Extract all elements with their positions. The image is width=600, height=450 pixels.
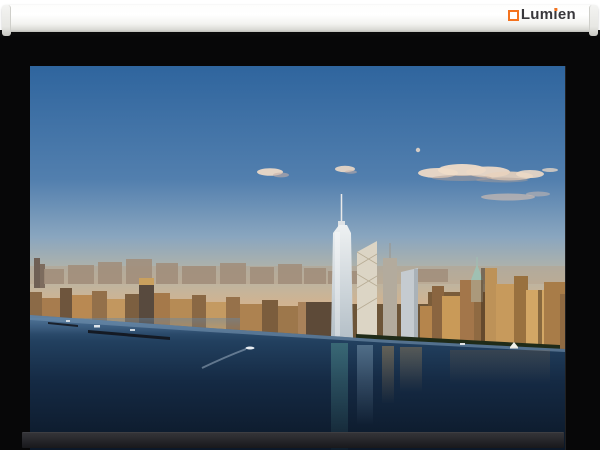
lumien-logo-text: Lumien — [521, 6, 576, 24]
city-skyline-photo — [30, 66, 565, 450]
logo-text-suffix: en — [558, 6, 576, 23]
housing-end-cap-left — [2, 5, 11, 36]
logo-text-prefix: Lum — [521, 6, 554, 23]
lumien-logo-square-icon — [508, 10, 519, 21]
logo-text-i: i — [553, 6, 557, 23]
screen-weight-bar — [22, 432, 564, 448]
projection-screen-product-photo: Lumien — [0, 0, 600, 450]
housing-end-cap-right — [589, 5, 598, 36]
one-wtc-tower — [331, 225, 353, 338]
lumien-logo: Lumien — [508, 6, 576, 24]
tower-three — [383, 258, 397, 340]
projected-image — [30, 66, 566, 450]
screen-border — [0, 30, 600, 450]
